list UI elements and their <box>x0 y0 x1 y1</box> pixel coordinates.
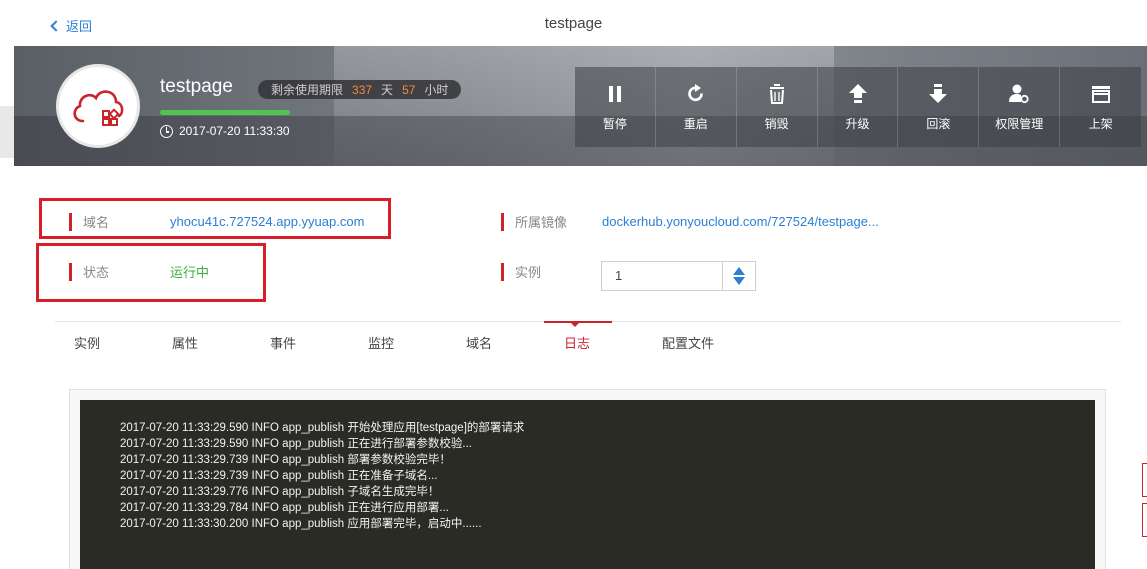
restart-icon <box>685 83 707 105</box>
top-bar: 返回 testpage <box>0 0 1147 46</box>
domain-highlight-box <box>39 198 391 239</box>
image-field: 所属镜像 dockerhub.yonyoucloud.com/727524/te… <box>501 212 879 231</box>
app-name: testpage <box>160 76 233 97</box>
restart-button[interactable]: 重启 <box>656 67 737 147</box>
status-highlight-box <box>36 243 266 302</box>
floating-side-button[interactable] <box>1142 503 1147 537</box>
clock-icon <box>160 124 173 138</box>
rollback-button[interactable]: 回滚 <box>898 67 980 147</box>
remaining-days: 337 <box>352 82 373 97</box>
shelf-icon <box>1090 83 1112 105</box>
action-toolbar: 暂停 重启 销毁 升级 回滚 权限管理 上架 <box>575 67 1141 147</box>
log-line: 2017-07-20 11:33:29.739 INFO app_publish… <box>120 470 438 482</box>
image-link[interactable]: dockerhub.yonyoucloud.com/727524/testpag… <box>602 214 879 229</box>
tab-domain[interactable]: 域名 <box>466 333 492 352</box>
destroy-button[interactable]: 销毁 <box>737 67 818 147</box>
app-logo <box>56 64 140 148</box>
log-line: 2017-07-20 11:33:29.739 INFO app_publish… <box>120 454 451 466</box>
log-line: 2017-07-20 11:33:29.590 INFO app_publish… <box>120 422 525 434</box>
log-line: 2017-07-20 11:33:29.784 INFO app_publish… <box>120 502 449 514</box>
left-edge-strip <box>0 106 14 158</box>
pause-button[interactable]: 暂停 <box>575 67 656 147</box>
log-line: 2017-07-20 11:33:29.776 INFO app_publish… <box>120 486 440 498</box>
user-permission-icon <box>1008 83 1030 105</box>
increment-icon[interactable] <box>733 267 745 275</box>
created-time: 2017-07-20 11:33:30 <box>160 124 290 138</box>
instance-label: 实例 <box>515 265 542 280</box>
upgrade-icon <box>847 83 869 105</box>
tab-monitoring[interactable]: 监控 <box>368 333 394 352</box>
upgrade-button[interactable]: 升级 <box>818 67 899 147</box>
pause-icon <box>604 83 626 105</box>
floating-side-button[interactable] <box>1142 463 1147 497</box>
image-label: 所属镜像 <box>515 215 568 230</box>
remaining-period-badge: 剩余使用期限 337 天 57 小时 <box>258 80 462 99</box>
log-line: 2017-07-20 11:33:30.200 INFO app_publish… <box>120 518 482 530</box>
rollback-icon <box>927 83 949 105</box>
tab-logs[interactable]: 日志 <box>564 333 590 352</box>
tab-config-files[interactable]: 配置文件 <box>662 333 714 352</box>
instance-count-stepper[interactable]: 1 <box>601 261 756 291</box>
instance-count-input[interactable]: 1 <box>602 262 722 290</box>
log-console[interactable]: 2017-07-20 11:33:29.590 INFO app_publish… <box>80 400 1095 569</box>
shelf-button[interactable]: 上架 <box>1060 67 1141 147</box>
decrement-icon[interactable] <box>733 277 745 285</box>
remaining-hours: 57 <box>402 82 416 97</box>
permission-management-button[interactable]: 权限管理 <box>979 67 1061 147</box>
log-line: 2017-07-20 11:33:29.590 INFO app_publish… <box>120 438 472 450</box>
app-detail-page: 返回 testpage testpage 剩余使用期限 337 天 57 小时 <box>0 0 1147 569</box>
status-progress-bar <box>160 110 290 115</box>
instance-field: 实例 <box>501 262 602 281</box>
trash-icon <box>766 83 788 105</box>
page-title: testpage <box>544 15 603 32</box>
tab-properties[interactable]: 属性 <box>172 333 198 352</box>
stepper-arrows[interactable] <box>722 262 755 290</box>
tab-events[interactable]: 事件 <box>270 333 296 352</box>
tab-instances[interactable]: 实例 <box>74 333 100 352</box>
cloud-app-icon <box>73 90 124 126</box>
active-tab-caret <box>570 322 580 327</box>
app-banner: testpage 剩余使用期限 337 天 57 小时 2017-07-20 1… <box>14 46 1147 166</box>
